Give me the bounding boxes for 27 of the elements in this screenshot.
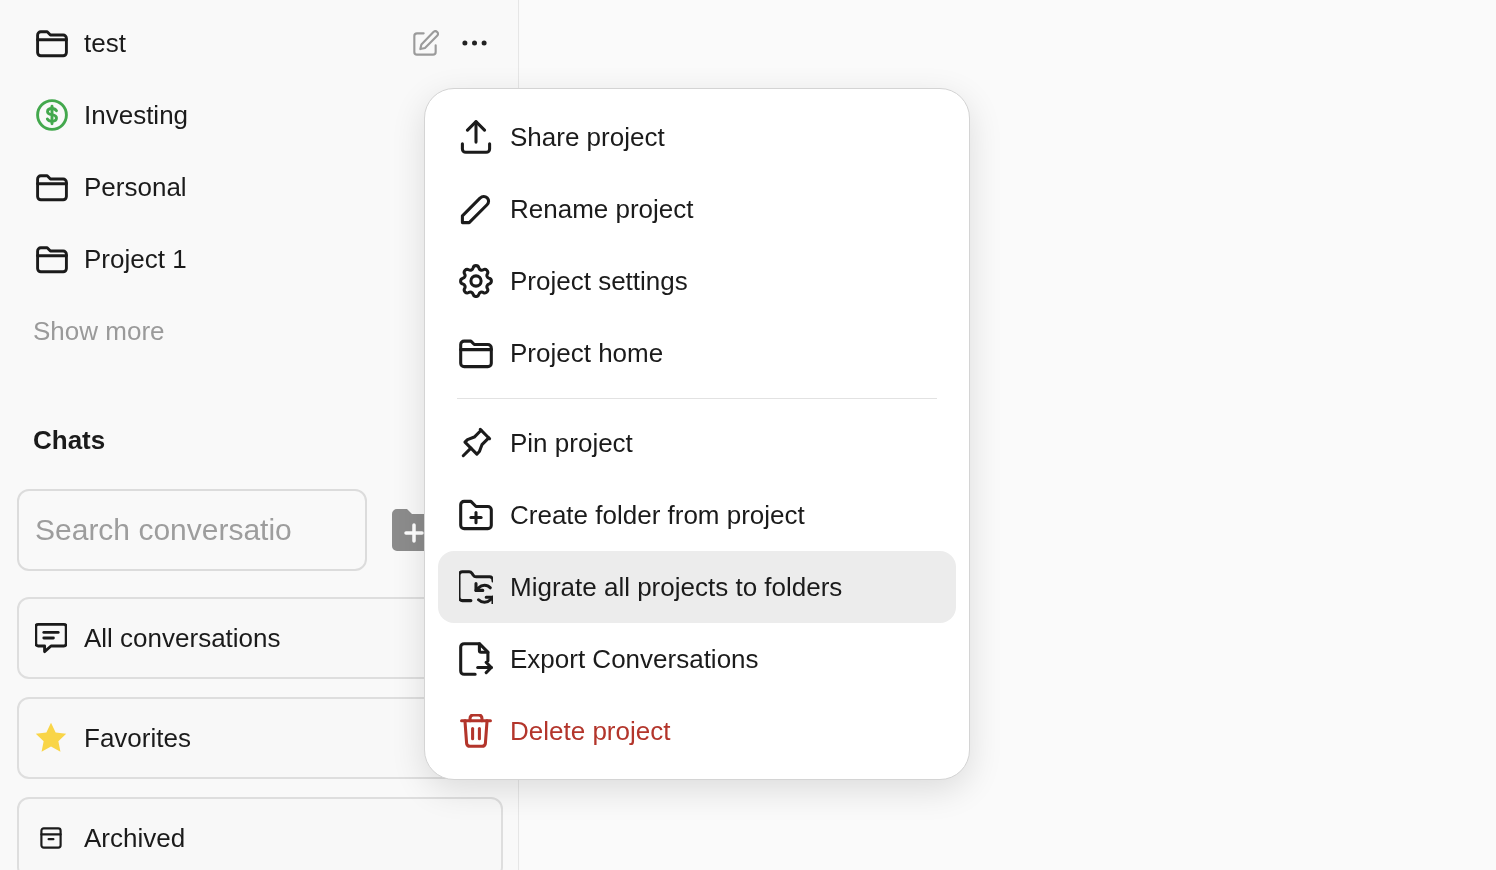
folder-sync-icon: [459, 570, 493, 604]
menu-item[interactable]: Migrate all projects to folders: [438, 551, 956, 623]
archive-icon: [39, 826, 63, 850]
chat-icon: [35, 622, 67, 654]
dollar-circle-icon: [36, 99, 68, 131]
file-export-icon: [459, 642, 493, 676]
folder-plus-icon: [459, 498, 493, 532]
more-icon: [461, 40, 487, 46]
edit-icon: [413, 30, 439, 56]
menu-item[interactable]: Create folder from project: [438, 479, 956, 551]
folder-icon: [36, 27, 68, 59]
folder-icon: [36, 243, 68, 275]
pin-icon: [459, 426, 493, 460]
project-item[interactable]: test: [36, 26, 412, 60]
section-title: Chats: [33, 424, 106, 457]
folder-icon: [36, 171, 68, 203]
search-field[interactable]: Search conversatio: [17, 489, 367, 571]
star-icon: [35, 722, 67, 754]
settings-icon: [459, 264, 493, 298]
edit-button[interactable]: [412, 29, 440, 57]
pencil-icon: [459, 192, 493, 226]
project-item[interactable]: Investing: [36, 98, 488, 132]
menu-item[interactable]: Pin project: [438, 407, 956, 479]
trash-icon: [459, 714, 493, 748]
chat-filter-item[interactable]: Archived: [17, 797, 503, 870]
menu-item[interactable]: Project home: [438, 317, 956, 389]
upload-icon: [459, 120, 493, 154]
